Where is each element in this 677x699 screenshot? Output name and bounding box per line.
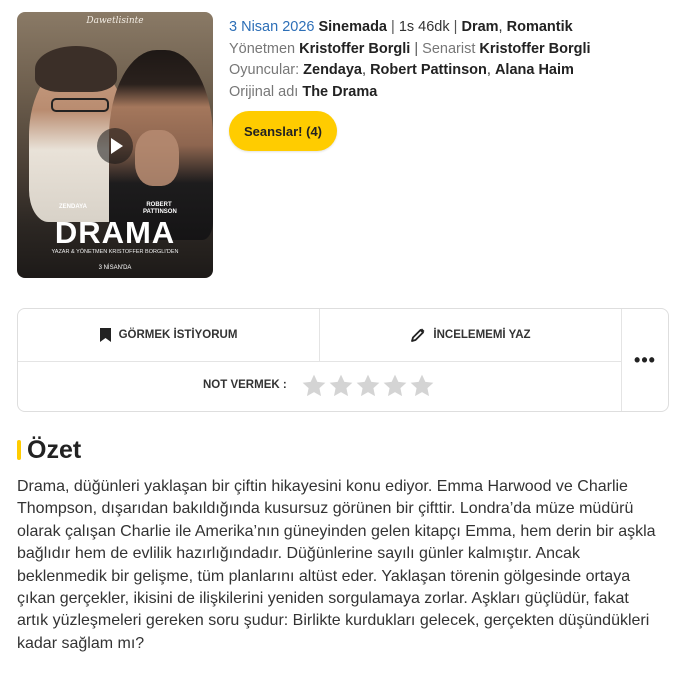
poster-credit-left: ZENDAYA bbox=[59, 204, 87, 210]
genre-link-romance[interactable]: Romantik bbox=[507, 19, 573, 35]
separator: | bbox=[453, 19, 458, 35]
comma: , bbox=[362, 62, 367, 78]
release-status: Sinemada bbox=[318, 19, 387, 35]
pencil-icon bbox=[411, 328, 425, 342]
rating-row: NOT VERMEK : bbox=[18, 362, 621, 411]
star-icon[interactable] bbox=[328, 373, 354, 399]
poster-figure-hair bbox=[35, 46, 117, 92]
director-label: Yönetmen bbox=[229, 40, 296, 57]
poster-glasses bbox=[51, 98, 109, 112]
movie-info: 3 Nisan 2026 Sinemada | 1s 46dk | Dram, … bbox=[229, 17, 591, 103]
release-row: 3 Nisan 2026 Sinemada | 1s 46dk | Dram, … bbox=[229, 17, 591, 39]
heading-accent-bar bbox=[17, 440, 21, 460]
writer-link[interactable]: Kristoffer Borgli bbox=[479, 41, 590, 57]
cast-row: Oyuncular: Zendaya, Robert Pattinson, Al… bbox=[229, 60, 591, 82]
poster-brand: Dawetlisinte bbox=[86, 16, 144, 26]
play-trailer-icon[interactable] bbox=[97, 128, 133, 164]
original-title-label: Orijinal adı bbox=[229, 83, 299, 100]
original-title-row: Orijinal adı The Drama bbox=[229, 82, 591, 104]
watchlist-button[interactable]: GÖRMEK İSTİYORUM bbox=[18, 309, 319, 361]
original-title: The Drama bbox=[302, 83, 378, 100]
bookmark-icon bbox=[99, 328, 111, 342]
director-link[interactable]: Kristoffer Borgli bbox=[299, 41, 410, 57]
rating-stars[interactable] bbox=[301, 373, 435, 399]
star-icon[interactable] bbox=[355, 373, 381, 399]
poster-release: 3 NİSAN'DA bbox=[98, 265, 132, 271]
poster-credit-right: ROBERT PATTINSON bbox=[143, 202, 177, 215]
summary-text: Drama, düğünleri yaklaşan bir çiftin hik… bbox=[17, 478, 656, 652]
write-review-label: İNCELEMEMİ YAZ bbox=[433, 329, 531, 341]
poster-title: DRAMA bbox=[54, 215, 176, 250]
genre-link-drama[interactable]: Dram bbox=[461, 19, 498, 35]
separator: | bbox=[414, 40, 419, 57]
summary-heading: Özet bbox=[17, 434, 81, 466]
star-icon[interactable] bbox=[409, 373, 435, 399]
comma: , bbox=[498, 19, 503, 35]
cast-link-zendaya[interactable]: Zendaya bbox=[303, 62, 362, 78]
separator: | bbox=[391, 19, 395, 35]
star-icon[interactable] bbox=[382, 373, 408, 399]
release-date-link[interactable]: 3 Nisan 2026 bbox=[229, 19, 314, 35]
summary-title: Özet bbox=[27, 435, 82, 464]
write-review-button[interactable]: İNCELEMEMİ YAZ bbox=[319, 309, 622, 361]
duration: 1s 46dk bbox=[398, 19, 450, 35]
writer-label: Senarist bbox=[422, 40, 476, 57]
star-icon[interactable] bbox=[301, 373, 327, 399]
poster-tagline: YAZAR & YÖNETMEN KRISTOFFER BORGLI'DEN bbox=[51, 249, 179, 255]
comma: , bbox=[486, 62, 491, 78]
cast-link-haim[interactable]: Alana Haim bbox=[495, 62, 574, 78]
watchlist-label: GÖRMEK İSTİYORUM bbox=[118, 329, 238, 341]
rating-label: NOT VERMEK : bbox=[203, 379, 287, 391]
movie-poster[interactable]: Dawetlisinte ZENDAYA ROBERT PATTINSON DR… bbox=[17, 12, 213, 278]
crew-row: Yönetmen Kristoffer Borgli | Senarist Kr… bbox=[229, 39, 591, 61]
showtimes-button[interactable]: Seanslar! (4) bbox=[229, 111, 337, 151]
cast-label: Oyuncular: bbox=[229, 62, 300, 78]
action-card: GÖRMEK İSTİYORUM İNCELEMEMİ YAZ ••• NOT … bbox=[17, 308, 669, 412]
poster-hand bbox=[135, 130, 179, 186]
cast-link-pattinson[interactable]: Robert Pattinson bbox=[370, 62, 487, 78]
more-options-button[interactable]: ••• bbox=[622, 309, 668, 411]
